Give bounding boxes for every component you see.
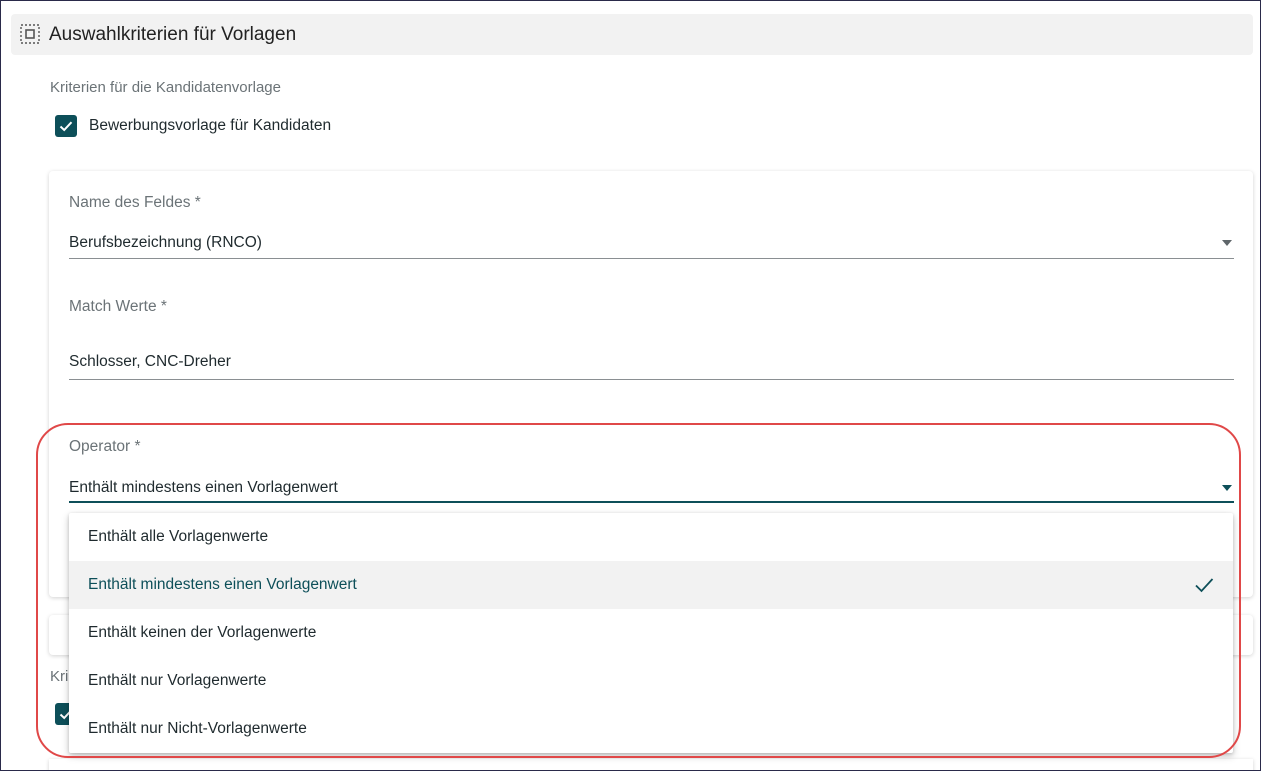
- operator-underline: [69, 501, 1234, 503]
- match-values-input[interactable]: Schlosser, CNC-Dreher: [69, 353, 231, 371]
- select-all-icon: [20, 24, 40, 44]
- field-name-label: Name des Feldes *: [69, 194, 201, 211]
- option-label: Enthält nur Nicht-Vorlagenwerte: [88, 720, 307, 737]
- field-name-underline: [69, 258, 1234, 259]
- option-label: Enthält nur Vorlagenwerte: [88, 672, 267, 689]
- operator-option-contains-none[interactable]: Enthält keinen der Vorlagenwerte: [69, 609, 1233, 657]
- field-name-dropdown-icon[interactable]: [1222, 240, 1232, 246]
- candidate-criteria-label: Kriterien für die Kandidatenvorlage: [50, 79, 281, 96]
- check-icon: [1195, 578, 1214, 593]
- page-frame: Auswahlkriterien für Vorlagen Kriterien …: [0, 0, 1261, 771]
- operator-select[interactable]: Enthält mindestens einen Vorlagenwert: [69, 479, 338, 497]
- option-label: Enthält alle Vorlagenwerte: [88, 528, 269, 545]
- next-card: [49, 759, 1253, 770]
- section-header: Auswahlkriterien für Vorlagen: [11, 14, 1253, 55]
- operator-dropdown-icon[interactable]: [1222, 485, 1232, 491]
- match-values-label: Match Werte *: [69, 298, 167, 315]
- checkmark-icon: [59, 121, 73, 132]
- field-name-select[interactable]: Berufsbezeichnung (RNCO): [69, 234, 262, 252]
- match-values-underline: [69, 379, 1234, 380]
- option-label: Enthält mindestens einen Vorlagenwert: [88, 576, 357, 593]
- operator-label: Operator *: [69, 438, 141, 455]
- candidate-template-checkbox[interactable]: [55, 115, 77, 137]
- next-criteria-label: Kri: [50, 668, 69, 685]
- operator-dropdown-menu: Enthält alle Vorlagenwerte Enthält minde…: [69, 513, 1233, 753]
- operator-option-only-non-template[interactable]: Enthält nur Nicht-Vorlagenwerte: [69, 705, 1233, 753]
- option-label: Enthält keinen der Vorlagenwerte: [88, 624, 317, 641]
- operator-option-contains-all[interactable]: Enthält alle Vorlagenwerte: [69, 513, 1233, 561]
- section-title: Auswahlkriterien für Vorlagen: [49, 24, 297, 45]
- operator-option-contains-at-least-one[interactable]: Enthält mindestens einen Vorlagenwert: [69, 561, 1233, 609]
- operator-option-only-template[interactable]: Enthält nur Vorlagenwerte: [69, 657, 1233, 705]
- candidate-template-checkbox-label[interactable]: Bewerbungsvorlage für Kandidaten: [89, 117, 331, 135]
